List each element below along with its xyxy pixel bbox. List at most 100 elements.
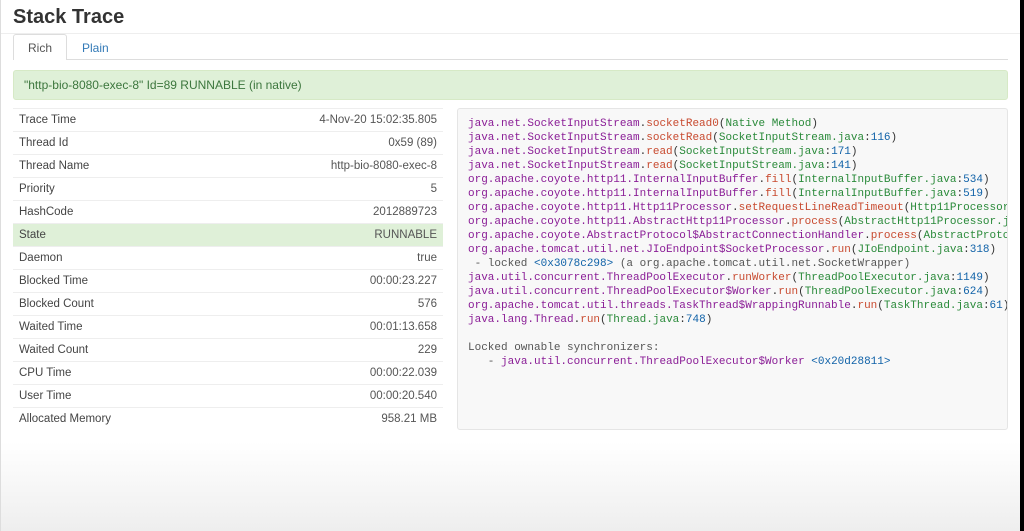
frame-line-number: 624 [963,286,983,298]
metric-value: 958.21 MB [204,408,443,431]
frame-line-number: 1149 [957,272,983,284]
header: Stack Trace [1,0,1020,34]
frame-package: org.apache.coyote.http11.Http11Processor [468,202,732,214]
metric-value: true [204,247,443,270]
frame-package: org.apache.tomcat.util.threads.TaskThrea… [468,300,851,312]
metric-row: StateRUNNABLE [13,224,443,247]
thread-header-alert: "http-bio-8080-exec-8" Id=89 RUNNABLE (i… [13,70,1008,100]
locked-prefix: - locked [468,258,534,270]
frame-method: read [646,160,672,172]
metric-row: Daemontrue [13,247,443,270]
sync-item-prefix: - [468,356,501,368]
metric-value: 0x59 (89) [204,132,443,155]
frame-line-number: 61 [990,300,1003,312]
frame-file: InternalInputBuffer.java [798,188,956,200]
metric-value: 00:00:20.540 [204,385,443,408]
metric-label: Thread Id [13,132,204,155]
sync-header: Locked ownable synchronizers: [468,341,997,355]
frame-method: setRequestLineReadTimeout [739,202,904,214]
frame-method: runWorker [732,272,791,284]
locked-suffix: (a org.apache.tomcat.util.net.SocketWrap… [613,258,910,270]
footer-fade [1,442,1020,531]
frame-package: java.util.concurrent.ThreadPoolExecutor [468,272,725,284]
frame-package: java.net.SocketInputStream [468,132,640,144]
frame-package: java.net.SocketInputStream [468,118,640,130]
frame-method: socketRead [646,132,712,144]
metric-label: HashCode [13,201,204,224]
metric-row: Thread Namehttp-bio-8080-exec-8 [13,155,443,178]
frame-file: Thread.java [607,314,680,326]
frame-file: SocketInputStream.java [679,160,824,172]
stack-frame: java.util.concurrent.ThreadPoolExecutor.… [468,271,997,285]
page-title: Stack Trace [13,6,1008,29]
frame-file: Native Method [725,118,811,130]
frame-package: org.apache.coyote.AbstractProtocol$Abstr… [468,230,864,242]
stack-frame: java.net.SocketInputStream.socketRead(So… [468,131,997,145]
metric-row: Waited Count229 [13,339,443,362]
metric-label: Daemon [13,247,204,270]
locked-ref: <0x3078c298> [534,258,613,270]
stack-frame: org.apache.coyote.http11.Http11Processor… [468,201,997,215]
frame-file: JIoEndpoint.java [858,244,964,256]
frame-file: SocketInputStream.java [719,132,864,144]
metric-value: RUNNABLE [204,224,443,247]
frame-package: java.net.SocketInputStream [468,160,640,172]
tab-plain[interactable]: Plain [67,34,124,60]
metric-value: http-bio-8080-exec-8 [204,155,443,178]
stack-frame: java.lang.Thread.run(Thread.java:748) [468,313,997,327]
metric-row: Blocked Time00:00:23.227 [13,270,443,293]
frame-package: java.net.SocketInputStream [468,146,640,158]
sync-item-ref: <0x20d28811> [805,356,891,368]
metric-label: Allocated Memory [13,408,204,431]
metric-label: Thread Name [13,155,204,178]
frame-file: TaskThread.java [884,300,983,312]
frame-package: org.apache.tomcat.util.net.JIoEndpoint$S… [468,244,824,256]
frame-file: ThreadPoolExecutor.java [798,272,950,284]
frame-package: org.apache.coyote.http11.InternalInputBu… [468,188,758,200]
metric-value: 00:00:23.227 [204,270,443,293]
content-area: Trace Time4-Nov-20 15:02:35.805Thread Id… [1,108,1020,442]
metric-label: State [13,224,204,247]
metric-row: Trace Time4-Nov-20 15:02:35.805 [13,109,443,132]
stack-frame: java.net.SocketInputStream.socketRead0(N… [468,117,997,131]
stack-frame: org.apache.tomcat.util.threads.TaskThrea… [468,299,997,313]
frame-method: run [778,286,798,298]
metric-value: 4-Nov-20 15:02:35.805 [204,109,443,132]
metric-value: 00:00:22.039 [204,362,443,385]
metric-label: Waited Time [13,316,204,339]
frame-line-number: 171 [831,146,851,158]
metric-label: CPU Time [13,362,204,385]
metric-label: Blocked Time [13,270,204,293]
page-root: Stack Trace Rich Plain "http-bio-8080-ex… [0,0,1024,531]
stack-frame: java.net.SocketInputStream.read(SocketIn… [468,159,997,173]
metric-label: Waited Count [13,339,204,362]
frame-method: run [580,314,600,326]
metric-row: User Time00:00:20.540 [13,385,443,408]
frame-file: ThreadPoolExecutor.java [805,286,957,298]
stacktrace-panel: java.net.SocketInputStream.socketRead0(N… [457,108,1008,430]
metric-row: HashCode2012889723 [13,201,443,224]
metric-value: 576 [204,293,443,316]
metric-row: Thread Id0x59 (89) [13,132,443,155]
stack-frame: org.apache.coyote.http11.AbstractHttp11P… [468,215,997,229]
frame-line-number: 748 [686,314,706,326]
metric-label: Blocked Count [13,293,204,316]
frame-line-number: 116 [871,132,891,144]
stack-frame: org.apache.coyote.AbstractProtocol$Abstr… [468,229,997,243]
frame-file: AbstractProtocol.java [924,230,1008,242]
metric-row: Priority5 [13,178,443,201]
frame-method: fill [765,188,791,200]
frame-method: read [646,146,672,158]
tab-rich[interactable]: Rich [13,34,67,60]
stack-frame: org.apache.coyote.http11.InternalInputBu… [468,173,997,187]
metric-label: User Time [13,385,204,408]
metrics-table: Trace Time4-Nov-20 15:02:35.805Thread Id… [13,108,443,430]
frame-method: socketRead0 [646,118,719,130]
frame-line-number: 534 [963,174,983,186]
sync-item: - java.util.concurrent.ThreadPoolExecuto… [468,355,997,369]
stack-frame: java.util.concurrent.ThreadPoolExecutor$… [468,285,997,299]
metric-row: Waited Time00:01:13.658 [13,316,443,339]
metric-row: CPU Time00:00:22.039 [13,362,443,385]
blank-line [468,327,997,341]
metric-row: Allocated Memory958.21 MB [13,408,443,431]
